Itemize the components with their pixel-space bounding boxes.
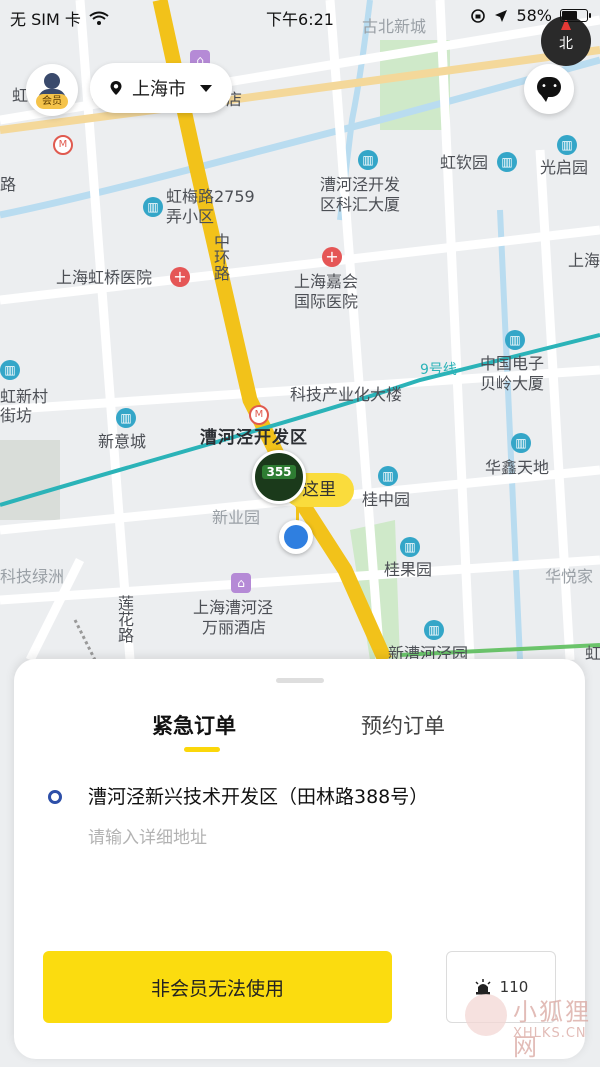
map-label: 虹钦园 (440, 153, 489, 172)
city-selector[interactable]: 上海市 (90, 63, 232, 113)
map-label: 区科汇大厦 (320, 195, 401, 214)
building-icon[interactable]: ▥ (358, 150, 378, 170)
chevron-down-icon (200, 84, 212, 92)
metro-icon[interactable]: M (53, 135, 73, 155)
map-label: 上海嘉会 (294, 272, 359, 291)
building-icon[interactable]: ▥ (143, 197, 163, 217)
map-label: 漕河泾开发 (320, 175, 401, 194)
map-label: 桂果园 (384, 560, 433, 579)
tab-urgent-order[interactable]: 紧急订单 (152, 712, 236, 740)
user-icon (44, 73, 60, 89)
map-label: 上海 (568, 251, 600, 270)
battery-icon (560, 9, 591, 22)
message-button[interactable]: • • • (524, 64, 574, 114)
map-label: 上海漕河泾 (193, 598, 274, 617)
building-icon[interactable]: ▥ (0, 360, 20, 380)
tab-booking-order[interactable]: 预约订单 (361, 712, 445, 740)
map-label: 光启园 (540, 158, 589, 177)
building-icon[interactable]: ▥ (497, 152, 517, 172)
compass-north-label: 北 (559, 36, 573, 52)
metro-station-icon[interactable]: M (249, 405, 269, 425)
building-icon[interactable]: ▥ (505, 330, 525, 350)
battery-percent: 58% (516, 6, 552, 25)
map-label: 上海虹桥医院 (56, 268, 153, 287)
detail-address-input[interactable]: 请输入详细地址 (88, 826, 207, 850)
map-label: 莲花路 (115, 595, 134, 643)
member-avatar-button[interactable]: 会员 (26, 64, 78, 116)
map-label: 中环路 (211, 233, 230, 281)
map-label: 漕河泾开发区 (200, 428, 308, 448)
member-badge: 会员 (36, 94, 68, 109)
current-address[interactable]: 漕河泾新兴技术开发区（田林路388号） (88, 784, 428, 810)
map-label: 万丽酒店 (202, 618, 267, 637)
map-label: 贝岭大厦 (480, 374, 545, 393)
address-dot-icon (48, 790, 62, 804)
location-arrow-icon (495, 9, 508, 22)
orientation-lock-icon (471, 8, 486, 23)
building-icon[interactable]: ▥ (511, 433, 531, 453)
watermark-domain: XHLKS.CN (513, 1026, 587, 1041)
hospital-icon[interactable]: + (322, 247, 342, 267)
map-label: 9号线 (420, 362, 457, 378)
map-label: 虹新村 (0, 387, 49, 406)
fox-logo-icon (465, 994, 507, 1036)
drag-handle[interactable] (276, 678, 324, 683)
building-icon[interactable]: ▥ (557, 135, 577, 155)
security-logo-marker[interactable]: 355 (252, 450, 306, 504)
hospital-icon[interactable]: + (170, 267, 190, 287)
map-label: 中国电子 (480, 354, 545, 373)
logo-text: 355 (262, 465, 296, 479)
map-label: 虹梅路2759 (166, 187, 255, 206)
non-member-disabled-button[interactable]: 非会员无法使用 (43, 951, 392, 1023)
hotel-icon[interactable]: ⌂ (231, 573, 251, 593)
active-tab-indicator (184, 747, 220, 752)
current-location-dot (279, 520, 313, 554)
map-label: 国际医院 (294, 292, 359, 311)
map-label: 弄小区 (166, 207, 215, 226)
status-bar: 无 SIM 卡 下午6:21 58% (0, 0, 600, 32)
building-icon[interactable]: ▥ (116, 408, 136, 428)
location-pin-icon (110, 81, 122, 95)
map-label: 街坊 (0, 406, 33, 425)
building-icon[interactable]: ▥ (400, 537, 420, 557)
map-label: 新意城 (98, 432, 147, 451)
map-label: 新业园 (212, 508, 261, 527)
city-name: 上海市 (132, 79, 186, 100)
map-label: 科技产业化大楼 (290, 385, 403, 404)
chat-dots: • • • (541, 81, 571, 92)
map-label: 华悦家 (545, 567, 594, 586)
map-label: 桂中园 (362, 490, 411, 509)
map-label: 虹 (585, 644, 600, 663)
watermark: 小狐狸网 XHLKS.CN (465, 990, 595, 1061)
map-label: 路 (0, 175, 17, 194)
map-label: 科技绿洲 (0, 567, 65, 586)
building-icon[interactable]: ▥ (424, 620, 444, 640)
building-icon[interactable]: ▥ (378, 466, 398, 486)
map-label: 华鑫天地 (485, 458, 550, 477)
